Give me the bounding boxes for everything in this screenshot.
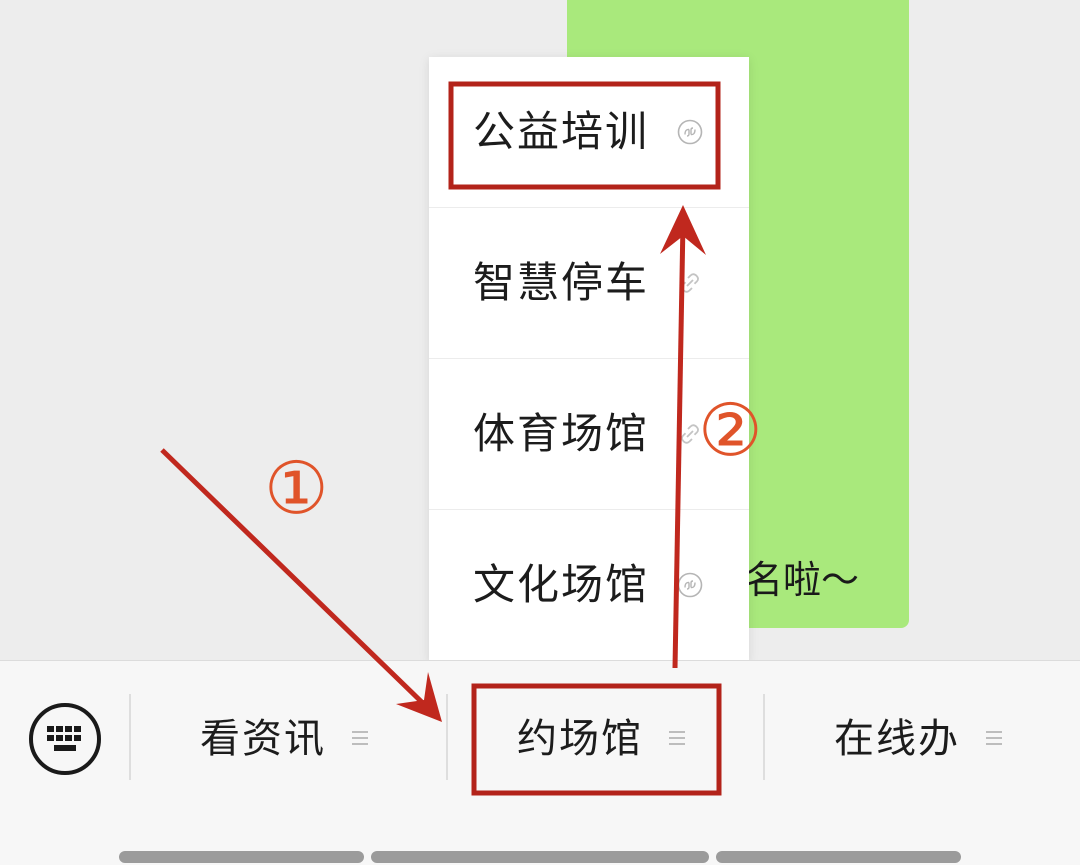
menu-item-label: 在线办 <box>834 716 960 762</box>
mini-program-icon <box>677 572 703 598</box>
menu-item-online-service[interactable]: 在线办 <box>766 701 1080 777</box>
step-number-1: ① <box>264 446 329 530</box>
submenu-item-label: 智慧停车 <box>473 258 650 307</box>
keyboard-icon[interactable] <box>28 702 102 776</box>
chat-bubble-text: 名啦～ <box>745 558 860 602</box>
menu-lines-icon <box>352 731 368 745</box>
home-indicator-segment <box>371 851 709 863</box>
home-indicator-segment <box>119 851 364 863</box>
home-indicator-segment <box>716 851 961 863</box>
chat-screen: 名啦～ 公益培训 智慧停车 体育场馆 文化场馆 看资讯 约场馆 在线办 ① ② <box>0 0 1080 865</box>
submenu-item-culture-venue[interactable]: 文化场馆 <box>429 510 749 661</box>
submenu-popup: 公益培训 智慧停车 体育场馆 文化场馆 <box>429 57 749 661</box>
menu-divider <box>129 694 131 780</box>
menu-divider <box>763 694 765 780</box>
link-icon <box>681 273 699 293</box>
menu-item-label: 看资讯 <box>200 716 326 762</box>
official-account-menu-bar: 看资讯 约场馆 在线办 <box>0 660 1080 865</box>
menu-item-news[interactable]: 看资讯 <box>132 701 446 777</box>
submenu-item-label: 公益培训 <box>473 107 650 156</box>
menu-lines-icon <box>986 731 1002 745</box>
submenu-item-public-training[interactable]: 公益培训 <box>429 57 749 208</box>
mini-program-icon <box>677 119 703 145</box>
submenu-item-label: 体育场馆 <box>473 409 650 458</box>
menu-divider <box>446 694 448 780</box>
menu-item-label: 约场馆 <box>517 716 643 762</box>
menu-item-book-venue[interactable]: 约场馆 <box>449 701 763 777</box>
menu-lines-icon <box>669 731 685 745</box>
submenu-item-label: 文化场馆 <box>473 560 650 609</box>
submenu-item-smart-parking[interactable]: 智慧停车 <box>429 208 749 359</box>
step-number-2: ② <box>698 388 763 472</box>
